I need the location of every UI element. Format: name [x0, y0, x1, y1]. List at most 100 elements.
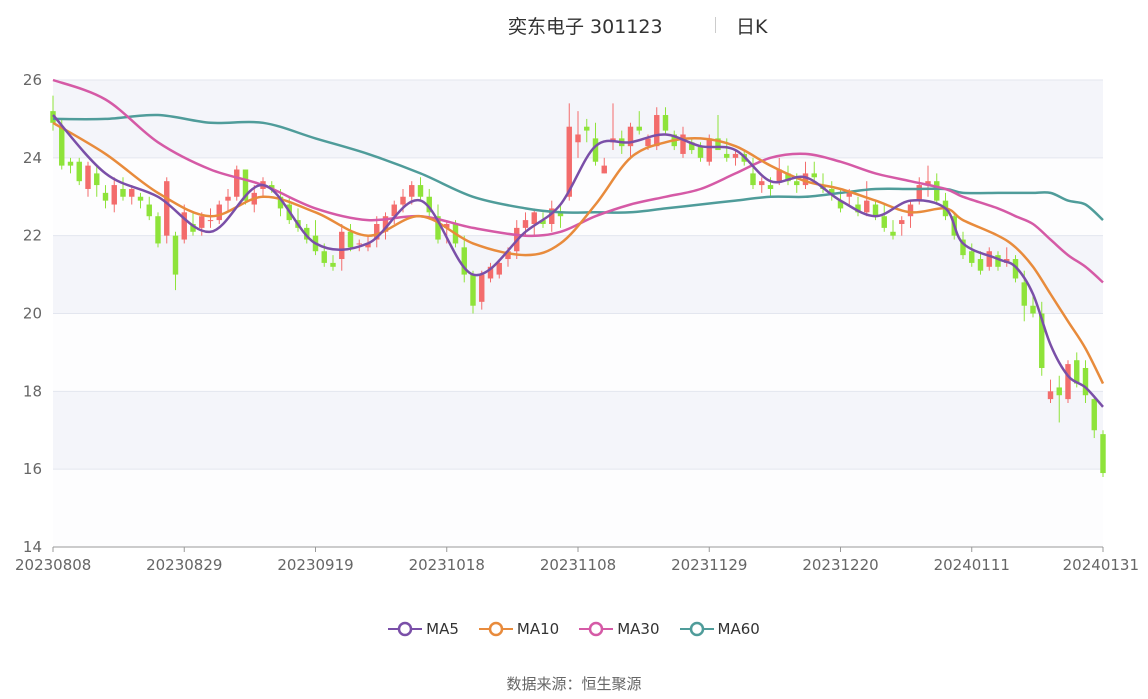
candle-body: [1056, 387, 1062, 396]
legend-item-ma10[interactable]: MA10: [478, 620, 560, 638]
data-source: 数据来源：恒生聚源: [0, 673, 1148, 694]
candle-body: [654, 115, 660, 147]
candle-body: [890, 231, 896, 236]
kline-chart: 14161820222426 20230808 20230829 20230919 2…: [15, 71, 1139, 574]
candle-body: [1047, 391, 1054, 400]
candle: [1100, 430, 1106, 477]
candle-body: [339, 231, 345, 260]
candle-body: [934, 181, 940, 201]
candle-body: [601, 165, 607, 174]
candle-body: [697, 146, 704, 158]
candle-body: [67, 161, 74, 166]
candle-body: [356, 243, 362, 245]
candle-body: [102, 192, 109, 201]
legend-marker-circle: [397, 621, 413, 637]
candle-body: [225, 196, 231, 201]
candle-body: [899, 220, 905, 224]
candle-body: [662, 115, 669, 131]
legend-label: MA60: [717, 620, 760, 638]
legend-marker-icon: [388, 621, 423, 637]
candle-body: [636, 126, 642, 131]
candle-body: [59, 126, 65, 166]
candle-body: [207, 220, 214, 222]
y-tick-label: 20: [23, 305, 42, 323]
y-tick-label: 14: [23, 538, 42, 556]
candle-body: [575, 134, 581, 143]
legend-item-ma30[interactable]: MA30: [579, 620, 660, 638]
legend-marker-circle: [689, 621, 704, 637]
legend-marker-icon: [478, 621, 513, 637]
legend-item-ma60[interactable]: MA60: [679, 620, 760, 638]
candle-body: [330, 262, 336, 267]
y-axis: 14 16 18 20 22 24 26: [23, 71, 42, 556]
candle-body: [1091, 399, 1097, 431]
candle-body: [155, 216, 161, 244]
candle-body: [479, 274, 485, 302]
candle-body: [986, 251, 992, 267]
candle-body: [409, 185, 415, 197]
background-band: [53, 391, 1103, 470]
x-tick-label: 20240131: [1063, 556, 1139, 574]
candle-body: [216, 204, 222, 221]
legend-marker-circle: [488, 621, 504, 637]
candle-body: [1082, 367, 1089, 396]
x-tick-label: 20231220: [802, 556, 878, 574]
candle-body: [706, 138, 712, 162]
candle-body: [759, 181, 765, 186]
x-tick-label: 20231018: [409, 556, 485, 574]
candle: [76, 157, 82, 186]
y-tick-label: 22: [23, 227, 42, 245]
candle-body: [584, 126, 590, 131]
candle-body: [864, 200, 870, 213]
candle-body: [977, 259, 984, 271]
candle-body: [872, 204, 879, 217]
candle-body: [85, 165, 91, 189]
candle-body: [76, 161, 82, 182]
candle: [164, 177, 170, 244]
candle-body: [750, 173, 756, 186]
candle-body: [522, 220, 529, 228]
y-tick-label: 24: [23, 149, 42, 167]
legend: MA5 MA10 MA30 MA60: [0, 620, 1148, 638]
legend-marker-icon: [579, 621, 614, 637]
candle-body: [321, 251, 327, 263]
candle-body: [680, 134, 686, 154]
candle-body: [496, 262, 502, 275]
y-tick-label: 26: [23, 71, 42, 89]
candle-body: [916, 185, 922, 201]
candle-body: [129, 188, 135, 197]
candle-body: [400, 196, 406, 205]
candle-body: [1100, 434, 1106, 474]
y-tick-label: 16: [23, 460, 42, 478]
data-source-label: 数据来源：: [506, 675, 582, 693]
x-tick-label: 20231108: [540, 556, 616, 574]
candle-body: [645, 138, 651, 147]
candle-body: [111, 185, 117, 205]
candle-body: [732, 153, 739, 158]
x-tick-label: 20231129: [671, 556, 747, 574]
background-band: [53, 235, 1103, 314]
x-axis: 20230808 20230829 20230919 20231018 20231108…: [15, 546, 1139, 574]
candle-body: [907, 204, 914, 217]
candle: [1065, 360, 1071, 404]
candle-body: [531, 212, 537, 224]
legend-item-ma5[interactable]: MA5: [388, 620, 459, 638]
candle-body: [1065, 364, 1071, 400]
candle-body: [347, 231, 354, 248]
candle-body: [470, 274, 476, 306]
data-source-value: 恒生聚源: [581, 675, 642, 693]
candle: [234, 165, 240, 201]
candle-body: [794, 181, 800, 186]
legend-label: MA10: [516, 620, 560, 638]
candle-body: [417, 185, 424, 197]
candle-body: [164, 181, 170, 236]
candle-body: [172, 235, 179, 275]
candle-body: [120, 188, 126, 197]
legend-marker-circle: [588, 621, 604, 637]
background-band: [53, 469, 1103, 547]
x-tick-label: 20240111: [934, 556, 1010, 574]
candle-body: [146, 204, 152, 217]
candle-body: [767, 185, 774, 189]
candle-body: [1021, 282, 1027, 306]
candle-body: [969, 251, 975, 263]
